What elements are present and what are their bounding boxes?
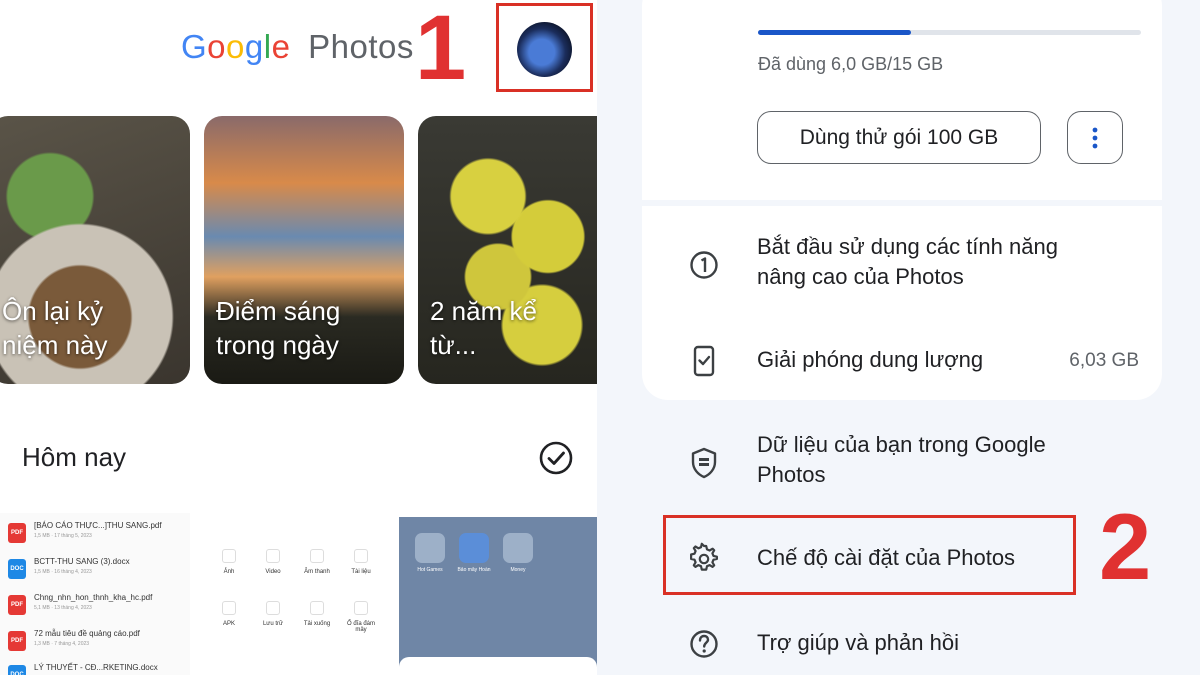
app-label: Money: [510, 567, 526, 573]
more-options-button[interactable]: [1067, 111, 1123, 164]
doc-list-item: PDF 72 mẫu tiêu đề quảng cáo.pdf 1,3 MB …: [8, 627, 183, 657]
memory-label: 2 năm kể từ...: [430, 296, 537, 360]
category-item: Âm thanh: [297, 549, 337, 575]
doc-name: LÝ THUYẾT - CĐ...RKETING.docx: [34, 663, 158, 672]
doc-meta: 1,5 MB · 16 tháng 4, 2023: [34, 569, 92, 575]
app-label: Hot Games: [417, 567, 443, 573]
photo-thumbnail-homescreen[interactable]: Hot Games Bảo mây Hoàn Money: [399, 517, 597, 675]
account-menu-panel: Đã dùng 6,0 GB/15 GB Dùng thử gói 100 GB…: [597, 0, 1200, 675]
doc-file-icon: DOC: [8, 665, 26, 675]
menu-item-your-data[interactable]: Dữ liệu của bạn trong Google Photos: [687, 430, 1177, 500]
menu-item-label: Trợ giúp và phản hồi: [757, 630, 959, 655]
category-item: APK: [209, 601, 249, 627]
menu-item-advanced-features[interactable]: Bắt đầu sử dụng các tính năng nâng cao củ…: [687, 232, 1177, 302]
today-thumbnails: PDF [BÁO CÁO THỰC...]THU SANG.pdf 1,5 MB…: [0, 513, 597, 675]
section-title-today: Hôm nay: [22, 442, 127, 472]
storage-progress-fill: [758, 30, 912, 35]
storage-progress-bar: [758, 30, 1141, 35]
memories-carousel: Ôn lại kỷ niệm này Điểm sáng trong ngày 2 …: [0, 116, 597, 384]
photo-thumbnail-file-categories[interactable]: Ảnh Video Âm thanh Tài liệu APK Lưu trữ …: [205, 513, 395, 675]
category-item: Lưu trữ: [253, 601, 293, 627]
select-check-icon[interactable]: [538, 440, 574, 476]
menu-item-label: Bắt đầu sử dụng các tính năng nâng cao củ…: [757, 234, 1058, 289]
app-title: Google Photos: [181, 28, 414, 66]
app-folder-icon: [415, 533, 445, 563]
cloud-app-icon: [459, 533, 489, 563]
doc-name: 72 mẫu tiêu đề quảng cáo.pdf: [34, 629, 140, 638]
photo-thumbnail-documents[interactable]: PDF [BÁO CÁO THỰC...]THU SANG.pdf 1,5 MB…: [0, 513, 190, 675]
app-title-photos: Photos: [308, 28, 414, 65]
help-icon: [690, 630, 718, 658]
card-divider: [642, 200, 1162, 206]
doc-name: BCTT-THU SANG (3).docx: [34, 557, 130, 566]
highlight-box-avatar: [496, 3, 593, 92]
category-item: Ổ đĩa đám mây: [341, 601, 381, 633]
memory-card[interactable]: Điểm sáng trong ngày: [204, 116, 404, 384]
one-circle-icon: [690, 251, 718, 279]
menu-item-label: Chế độ cài đặt của Photos: [757, 545, 1016, 570]
account-avatar[interactable]: [517, 22, 572, 77]
google-logo: Google: [181, 28, 291, 65]
money-app-icon: [503, 533, 533, 563]
doc-list-item: PDF Chng_nhn_hon_thnh_kha_hc.pdf 5,1 MB …: [8, 591, 183, 621]
menu-item-help-feedback[interactable]: Trợ giúp và phản hồi: [687, 625, 1177, 665]
step-marker-2: 2: [1099, 494, 1152, 599]
memory-card[interactable]: 2 năm kể từ...: [418, 116, 597, 384]
phone-check-icon: [693, 345, 715, 377]
doc-list-item: PDF [BÁO CÁO THỰC...]THU SANG.pdf 1,5 MB…: [8, 519, 183, 549]
pdf-file-icon: PDF: [8, 523, 26, 543]
menu-item-value: 6,03 GB: [1069, 350, 1139, 371]
memory-card[interactable]: Ôn lại kỷ niệm này: [0, 116, 190, 384]
try-100gb-button[interactable]: Dùng thử gói 100 GB: [757, 111, 1041, 164]
memory-label: Điểm sáng trong ngày: [216, 296, 341, 360]
menu-item-label: Giải phóng dung lượng: [757, 347, 984, 372]
doc-name: [BÁO CÁO THỰC...]THU SANG.pdf: [34, 521, 162, 530]
doc-meta: 5,1 MB · 13 tháng 4, 2023: [34, 605, 92, 611]
doc-list-item: DOC LÝ THUYẾT - CĐ...RKETING.docx: [8, 661, 183, 675]
pdf-file-icon: PDF: [8, 595, 26, 615]
photos-home-panel: Google Photos 1 Ôn lại kỷ niệm này Điểm s…: [0, 0, 597, 675]
app-label: Bảo mây Hoàn: [457, 567, 491, 573]
more-vert-icon: [1092, 127, 1098, 148]
gear-icon: [690, 542, 718, 571]
category-item: Video: [253, 549, 293, 575]
doc-name: Chng_nhn_hon_thnh_kha_hc.pdf: [34, 593, 153, 602]
category-item: Tài liệu: [341, 549, 381, 575]
screenshot-root: Google Photos 1 Ôn lại kỷ niệm này Điểm s…: [0, 0, 1200, 675]
step-marker-1: 1: [415, 0, 467, 99]
doc-meta: 1,5 MB · 17 tháng 5, 2023: [34, 533, 92, 539]
homescreen-card: [399, 657, 597, 675]
memory-label: Ôn lại kỷ niệm này: [2, 296, 108, 360]
category-item: Tải xuống: [297, 601, 337, 627]
menu-item-label: Dữ liệu của bạn trong Google Photos: [757, 432, 1046, 487]
doc-meta: 1,3 MB · 7 tháng 4, 2023: [34, 641, 90, 647]
doc-file-icon: DOC: [8, 559, 26, 579]
category-item: Ảnh: [209, 549, 249, 575]
menu-item-free-up-space[interactable]: Giải phóng dung lượng 6,03 GB: [687, 342, 1177, 382]
pdf-file-icon: PDF: [8, 631, 26, 651]
shield-data-icon: [691, 447, 717, 479]
storage-used-text: Đã dùng 6,0 GB/15 GB: [758, 54, 944, 74]
doc-list-item: DOC BCTT-THU SANG (3).docx 1,5 MB · 16 t…: [8, 555, 183, 585]
